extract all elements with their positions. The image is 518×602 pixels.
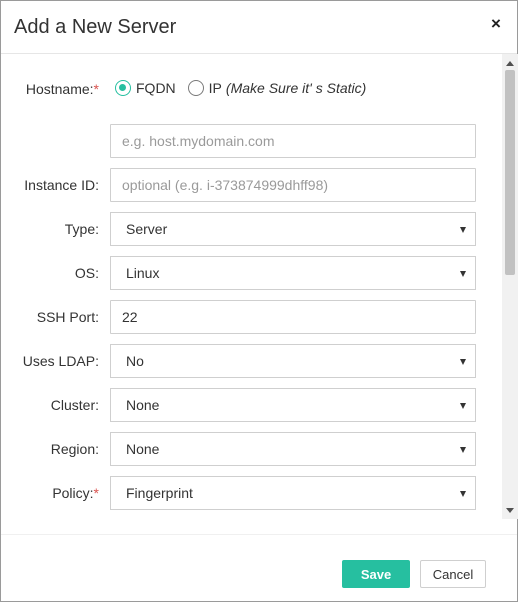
uses-ldap-select-value: No: [126, 353, 144, 369]
policy-label-text: Policy:: [52, 485, 94, 501]
required-mark: *: [93, 485, 99, 501]
cluster-select[interactable]: None: [110, 388, 476, 422]
dialog-scrollbar[interactable]: [502, 54, 518, 519]
ssh-port-label: SSH Port:: [36, 309, 99, 325]
scroll-down-arrow-icon[interactable]: [502, 503, 518, 517]
uses-ldap-select[interactable]: No: [110, 344, 476, 378]
radio-ip[interactable]: IP (Make Sure it' s Static): [187, 80, 367, 96]
hostname-input[interactable]: [110, 124, 476, 158]
chevron-down-icon: [460, 491, 466, 497]
type-label: Type:: [64, 221, 99, 237]
cancel-button[interactable]: Cancel: [420, 560, 486, 588]
chevron-down-icon: [460, 359, 466, 365]
cluster-label: Cluster:: [50, 397, 99, 413]
cluster-select-value: None: [126, 397, 160, 413]
ssh-port-input[interactable]: [110, 300, 476, 334]
scroll-up-arrow-icon[interactable]: [502, 56, 518, 70]
hostname-label-text: Hostname:: [25, 81, 94, 97]
policy-label: Policy:*: [1, 483, 99, 503]
policy-select-value: Fingerprint: [126, 485, 193, 501]
instance-id-input[interactable]: [110, 168, 476, 202]
chevron-down-icon: [460, 227, 466, 233]
chevron-down-icon: [460, 271, 466, 277]
close-icon[interactable]: ×: [487, 15, 505, 33]
policy-select[interactable]: Fingerprint: [110, 476, 476, 510]
footer-divider: [1, 534, 517, 535]
uses-ldap-label: Uses LDAP:: [22, 353, 99, 369]
instance-id-label: Instance ID:: [24, 177, 99, 193]
hostname-type-radio-group: FQDN IP (Make Sure it' s Static): [115, 80, 366, 96]
os-select-value: Linux: [126, 265, 160, 281]
radio-fqdn-indicator[interactable]: [115, 80, 131, 96]
type-select-value: Server: [126, 221, 168, 237]
radio-ip-indicator[interactable]: [187, 80, 204, 96]
scrollbar-thumb[interactable]: [505, 70, 515, 275]
chevron-down-icon: [460, 447, 466, 453]
required-mark: *: [93, 81, 99, 97]
os-label: OS:: [74, 265, 99, 281]
radio-ip-label: IP: [208, 80, 222, 96]
radio-fqdn[interactable]: FQDN: [115, 80, 176, 96]
radio-fqdn-label: FQDN: [136, 80, 176, 96]
ip-static-hint: (Make Sure it' s Static): [225, 80, 367, 96]
dialog-title: Add a New Server: [14, 16, 177, 38]
add-server-dialog: Add a New Server × Hostname:* FQDN IP (M…: [0, 0, 518, 602]
os-select[interactable]: Linux: [110, 256, 476, 290]
chevron-down-icon: [460, 403, 466, 409]
region-select[interactable]: None: [110, 432, 476, 466]
save-button[interactable]: Save: [342, 560, 410, 588]
region-label: Region:: [50, 441, 99, 457]
region-select-value: None: [126, 441, 160, 457]
hostname-label: Hostname:*: [1, 79, 99, 99]
type-select[interactable]: Server: [110, 212, 476, 246]
